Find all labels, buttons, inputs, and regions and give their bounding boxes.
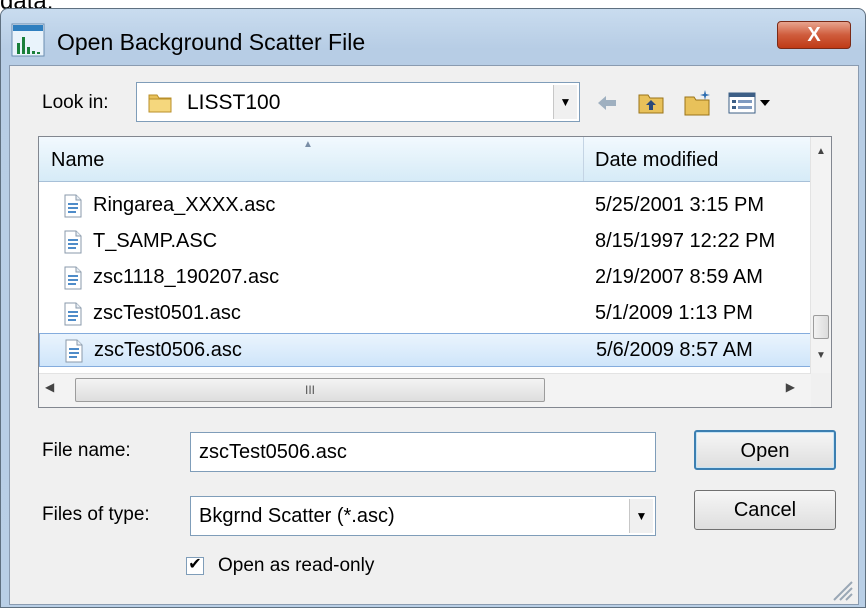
new-folder-icon[interactable]: [682, 88, 712, 118]
file-name-cell: Ringarea_XXXX.asc: [93, 194, 276, 216]
folder-icon: [148, 94, 172, 113]
file-icon: [64, 230, 82, 254]
scroll-right-arrow[interactable]: ▶: [786, 380, 795, 394]
file-name-cell: zscTest0501.asc: [93, 302, 241, 324]
vertical-scroll-thumb[interactable]: [813, 315, 829, 339]
file-type-dropdown-arrow[interactable]: ▼: [629, 499, 653, 533]
sort-ascending-icon: ▲: [303, 139, 313, 150]
file-row[interactable]: Ringarea_XXXX.asc 5/25/2001 3:15 PM: [39, 189, 811, 223]
list-column-header: ▲ Name Date modified: [39, 137, 811, 182]
file-type-value: Bkgrnd Scatter (*.asc): [199, 505, 395, 527]
vertical-scrollbar[interactable]: ▲ ▼: [810, 137, 831, 373]
file-name-cell: zscTest0506.asc: [94, 339, 242, 361]
file-name-cell: zsc1118_190207.asc: [93, 266, 280, 288]
read-only-label: Open as read-only: [218, 555, 375, 576]
file-name-value: zscTest0506.asc: [199, 441, 347, 463]
scroll-down-arrow[interactable]: ▼: [811, 339, 831, 373]
cancel-button[interactable]: Cancel: [694, 490, 836, 530]
file-type-label: Files of type:: [42, 504, 150, 525]
read-only-checkbox[interactable]: ✔: [186, 557, 204, 575]
file-date-cell: 5/25/2001 3:15 PM: [595, 194, 765, 216]
file-row[interactable]: T_SAMP.ASC 8/15/1997 12:22 PM: [39, 225, 811, 259]
file-date-cell: 5/6/2009 8:57 AM: [596, 339, 753, 361]
file-date-cell: 2/19/2007 8:59 AM: [595, 266, 763, 288]
close-button[interactable]: X: [777, 21, 851, 49]
file-date-cell: 8/15/1997 12:22 PM: [595, 230, 776, 252]
file-icon: [65, 339, 83, 363]
file-list[interactable]: ▲ Name Date modified Ringarea_XXXX.asc 5/…: [38, 136, 832, 408]
scroll-corner: [811, 373, 831, 407]
file-row[interactable]: zscTest0501.asc 5/1/2009 1:13 PM: [39, 297, 811, 331]
up-folder-icon[interactable]: [636, 88, 666, 118]
look-in-label: Look in:: [42, 92, 109, 113]
file-type-select[interactable]: Bkgrnd Scatter (*.asc) ▼: [190, 496, 656, 536]
look-in-value: LISST100: [187, 91, 281, 114]
scroll-up-arrow[interactable]: ▲: [811, 137, 831, 171]
open-button[interactable]: Open: [694, 430, 836, 470]
file-name-input[interactable]: zscTest0506.asc: [190, 432, 656, 472]
horizontal-scrollbar[interactable]: ◀ III ▶: [39, 373, 811, 407]
app-icon: [11, 23, 45, 57]
file-icon: [64, 194, 82, 218]
look-in-combo[interactable]: LISST100 ▼: [136, 82, 580, 122]
scroll-left-arrow[interactable]: ◀: [45, 380, 54, 394]
column-divider[interactable]: [583, 137, 584, 181]
column-date-header[interactable]: Date modified: [595, 149, 718, 172]
file-date-cell: 5/1/2009 1:13 PM: [595, 302, 753, 324]
back-arrow-icon[interactable]: [592, 88, 622, 118]
file-icon: [64, 266, 82, 290]
column-name-header[interactable]: Name: [51, 149, 104, 172]
file-row[interactable]: zsc1118_190207.asc 2/19/2007 8:59 AM: [39, 261, 811, 295]
file-name-cell: T_SAMP.ASC: [93, 230, 218, 252]
view-menu-icon[interactable]: [726, 88, 776, 118]
file-icon: [64, 302, 82, 326]
file-name-label: File name:: [42, 440, 131, 461]
look-in-dropdown-arrow[interactable]: ▼: [553, 85, 577, 119]
file-row[interactable]: zscTest0506.asc 5/6/2009 8:57 AM: [39, 333, 811, 367]
window-title: Open Background Scatter File: [57, 29, 366, 55]
size-grip-icon[interactable]: [830, 578, 854, 602]
horizontal-scroll-thumb[interactable]: III: [75, 378, 545, 402]
